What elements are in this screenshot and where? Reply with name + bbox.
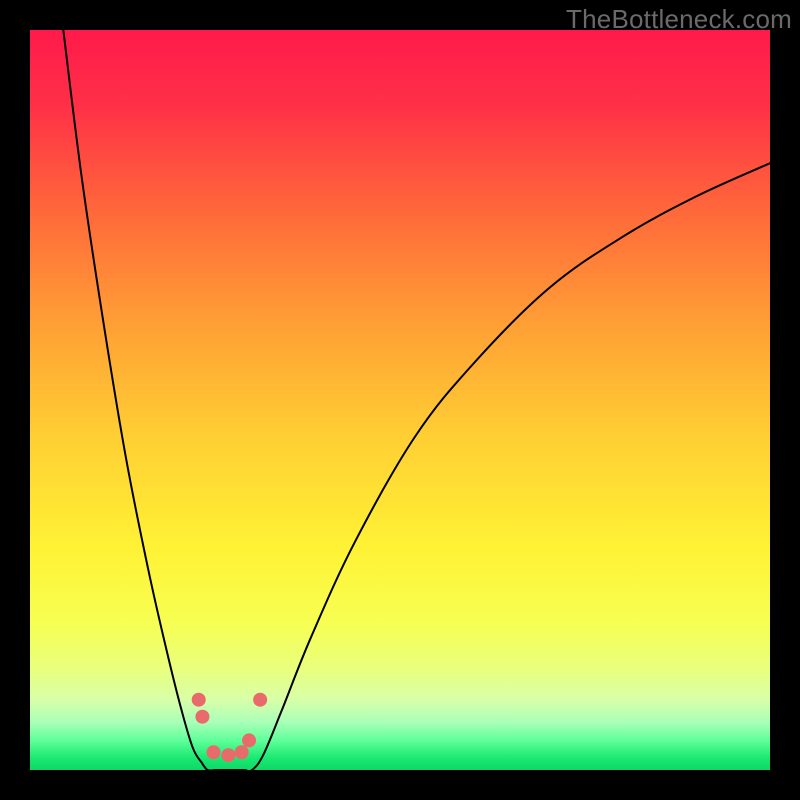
basin-marker <box>221 748 235 762</box>
basin-marker <box>192 693 206 707</box>
basin-marker <box>253 693 267 707</box>
basin-marker <box>235 745 249 759</box>
plot-curves <box>30 30 770 770</box>
basin-marker <box>195 710 209 724</box>
plot-frame <box>30 30 770 770</box>
bottleneck-curve <box>63 30 770 771</box>
basin-marker <box>207 745 221 759</box>
watermark-text: TheBottleneck.com <box>566 4 792 35</box>
basin-marker <box>242 733 256 747</box>
